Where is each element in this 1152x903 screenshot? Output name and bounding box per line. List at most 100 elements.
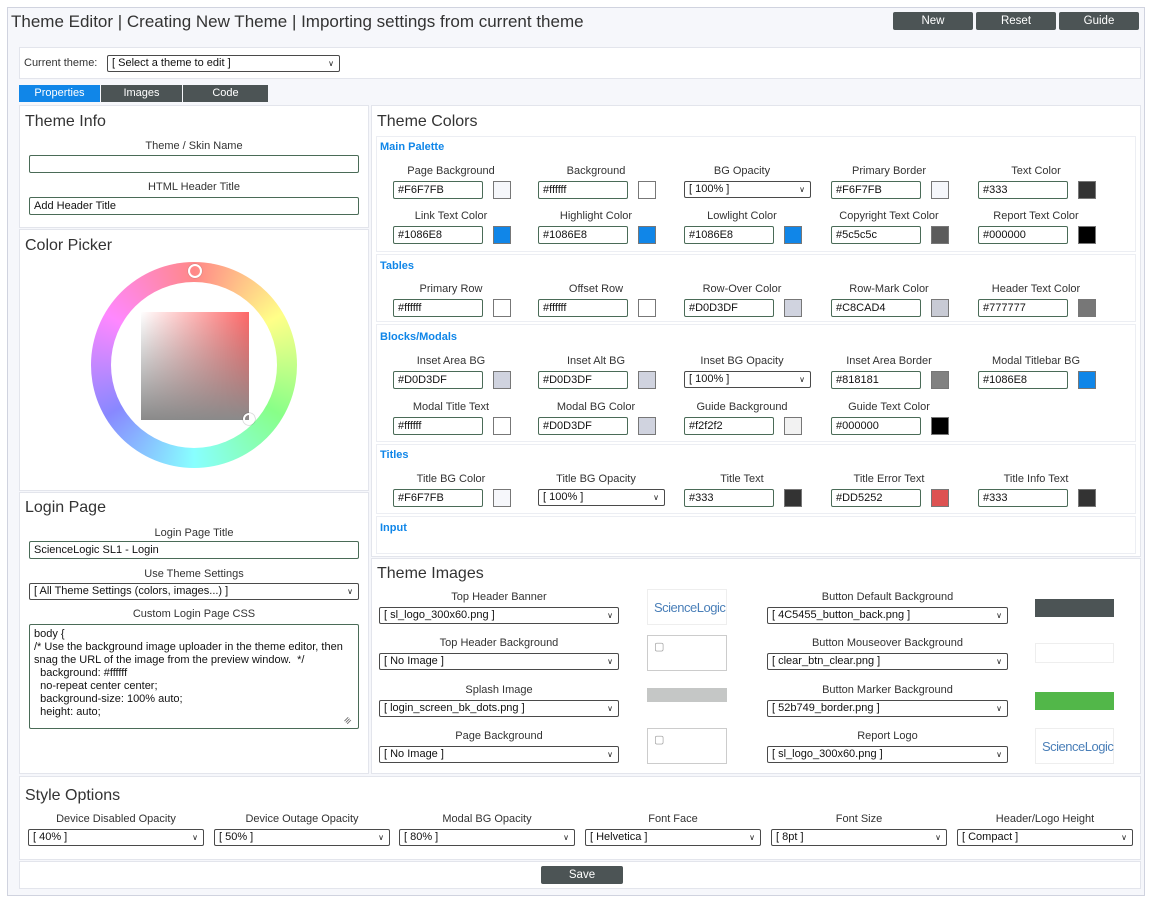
page-background-label: Page Background	[407, 165, 495, 177]
modal-bg-opacity-select[interactable]: [ 80% ] ∨	[399, 829, 575, 846]
button-default-background-select[interactable]: [ 4C5455_button_back.png ] ∨	[767, 607, 1008, 624]
inset-area-bg-label: Inset Area BG	[416, 355, 486, 367]
header-text-color-swatch[interactable]	[1078, 299, 1096, 317]
chevron-down-icon: ∨	[799, 185, 805, 194]
header-text-color-input[interactable]: #777777	[978, 299, 1068, 317]
title-bg-color-swatch[interactable]	[493, 489, 511, 507]
link-text-color-label: Link Text Color	[414, 210, 488, 222]
highlight-color-swatch[interactable]	[638, 226, 656, 244]
row-over-color-input[interactable]: #D0D3DF	[684, 299, 774, 317]
guide-background-input[interactable]: #f2f2f2	[684, 417, 774, 435]
inset-bg-opacity-select[interactable]: [ 100% ] ∨	[684, 371, 811, 388]
chevron-down-icon: ∨	[996, 657, 1002, 666]
custom-css-textarea[interactable]: body { /* Use the background image uploa…	[29, 624, 359, 729]
title-info-text-swatch[interactable]	[1078, 489, 1096, 507]
copyright-text-color-input[interactable]: #5c5c5c	[831, 226, 921, 244]
primary-border-input[interactable]: #F6F7FB	[831, 181, 921, 199]
login-title-input[interactable]: ScienceLogic SL1 - Login	[29, 541, 359, 559]
title-bg-color-input[interactable]: #F6F7FB	[393, 489, 483, 507]
modal-titlebar-bg-swatch[interactable]	[1078, 371, 1096, 389]
primary-row-swatch[interactable]	[493, 299, 511, 317]
chevron-down-icon: ∨	[749, 833, 755, 842]
inset-alt-bg-label: Inset Alt BG	[566, 355, 626, 367]
primary-row-input[interactable]: #ffffff	[393, 299, 483, 317]
lowlight-color-input[interactable]: #1086E8	[684, 226, 774, 244]
offset-row-input[interactable]: #ffffff	[538, 299, 628, 317]
page-background-input[interactable]: #F6F7FB	[393, 181, 483, 199]
link-text-color-input[interactable]: #1086E8	[393, 226, 483, 244]
modal-bg-color-input[interactable]: #D0D3DF	[538, 417, 628, 435]
saturation-handle[interactable]	[243, 413, 255, 425]
report-text-color-swatch[interactable]	[1078, 226, 1096, 244]
guide-text-color-swatch[interactable]	[931, 417, 949, 435]
title-error-text-input[interactable]: #DD5252	[831, 489, 921, 507]
font-size-select[interactable]: [ 8pt ] ∨	[771, 829, 947, 846]
page-background-value: [ No Image ]	[384, 748, 444, 760]
chevron-down-icon: ∨	[347, 587, 353, 596]
primary-border-swatch[interactable]	[931, 181, 949, 199]
inset-alt-bg-input[interactable]: #D0D3DF	[538, 371, 628, 389]
lowlight-color-swatch[interactable]	[784, 226, 802, 244]
guide-background-swatch[interactable]	[784, 417, 802, 435]
button-default-background-preview	[1035, 599, 1114, 617]
save-button[interactable]: Save	[541, 866, 623, 884]
header-logo-height-select[interactable]: [ Compact ] ∨	[957, 829, 1133, 846]
inset-area-border-input[interactable]: #818181	[831, 371, 921, 389]
tables-title: Tables	[380, 260, 415, 272]
tab-code[interactable]: Code	[183, 85, 268, 102]
inset-area-border-swatch[interactable]	[931, 371, 949, 389]
current-theme-select[interactable]: [ Select a theme to edit ] ∨	[107, 55, 340, 72]
header-text-color-label: Header Text Color	[991, 283, 1081, 295]
button-mouseover-background-select[interactable]: [ clear_btn_clear.png ] ∨	[767, 653, 1008, 670]
inset-area-bg-input[interactable]: #D0D3DF	[393, 371, 483, 389]
font-face-select[interactable]: [ Helvetica ] ∨	[585, 829, 761, 846]
top-header-banner-select[interactable]: [ sl_logo_300x60.png ] ∨	[379, 607, 619, 624]
chevron-down-icon: ∨	[378, 833, 384, 842]
guide-button[interactable]: Guide	[1059, 12, 1139, 30]
modal-title-text-swatch[interactable]	[493, 417, 511, 435]
text-color-swatch[interactable]	[1078, 181, 1096, 199]
html-title-input[interactable]: Add Header Title	[29, 197, 359, 215]
modal-titlebar-bg-input[interactable]: #1086E8	[978, 371, 1068, 389]
new-button[interactable]: New	[893, 12, 973, 30]
device-disabled-opacity-select[interactable]: [ 40% ] ∨	[28, 829, 204, 846]
theme-name-input[interactable]	[29, 155, 359, 173]
report-text-color-input[interactable]: #000000	[978, 226, 1068, 244]
use-theme-select[interactable]: [ All Theme Settings (colors, images...)…	[29, 583, 359, 600]
title-error-text-swatch[interactable]	[931, 489, 949, 507]
text-color-input[interactable]: #333	[978, 181, 1068, 199]
title-text-input[interactable]: #333	[684, 489, 774, 507]
title-bg-opacity-select[interactable]: [ 100% ] ∨	[538, 489, 665, 506]
button-marker-background-select[interactable]: [ 52b749_border.png ] ∨	[767, 700, 1008, 717]
modal-title-text-input[interactable]: #ffffff	[393, 417, 483, 435]
tab-images[interactable]: Images	[101, 85, 182, 102]
page-background-swatch[interactable]	[493, 181, 511, 199]
inset-area-bg-swatch[interactable]	[493, 371, 511, 389]
saturation-square[interactable]	[141, 312, 249, 420]
offset-row-swatch[interactable]	[638, 299, 656, 317]
background-swatch[interactable]	[638, 181, 656, 199]
background-label: Background	[566, 165, 626, 177]
title-text-swatch[interactable]	[784, 489, 802, 507]
tab-properties[interactable]: Properties	[19, 85, 100, 102]
link-text-color-swatch[interactable]	[493, 226, 511, 244]
splash-image-select[interactable]: [ login_screen_bk_dots.png ] ∨	[379, 700, 619, 717]
page-background-select[interactable]: [ No Image ] ∨	[379, 746, 619, 763]
background-input[interactable]: #ffffff	[538, 181, 628, 199]
guide-text-color-input[interactable]: #000000	[831, 417, 921, 435]
modal-bg-color-swatch[interactable]	[638, 417, 656, 435]
report-logo-select[interactable]: [ sl_logo_300x60.png ] ∨	[767, 746, 1008, 763]
inset-alt-bg-swatch[interactable]	[638, 371, 656, 389]
top-header-background-select[interactable]: [ No Image ] ∨	[379, 653, 619, 670]
title-info-text-input[interactable]: #333	[978, 489, 1068, 507]
row-over-color-swatch[interactable]	[784, 299, 802, 317]
copyright-text-color-swatch[interactable]	[931, 226, 949, 244]
reset-button[interactable]: Reset	[976, 12, 1056, 30]
highlight-color-input[interactable]: #1086E8	[538, 226, 628, 244]
hue-handle[interactable]	[188, 264, 202, 278]
button-mouseover-background-value: [ clear_btn_clear.png ]	[772, 655, 881, 667]
row-mark-color-swatch[interactable]	[931, 299, 949, 317]
bg-opacity-select[interactable]: [ 100% ] ∨	[684, 181, 811, 198]
row-mark-color-input[interactable]: #C8CAD4	[831, 299, 921, 317]
device-outage-opacity-select[interactable]: [ 50% ] ∨	[214, 829, 390, 846]
